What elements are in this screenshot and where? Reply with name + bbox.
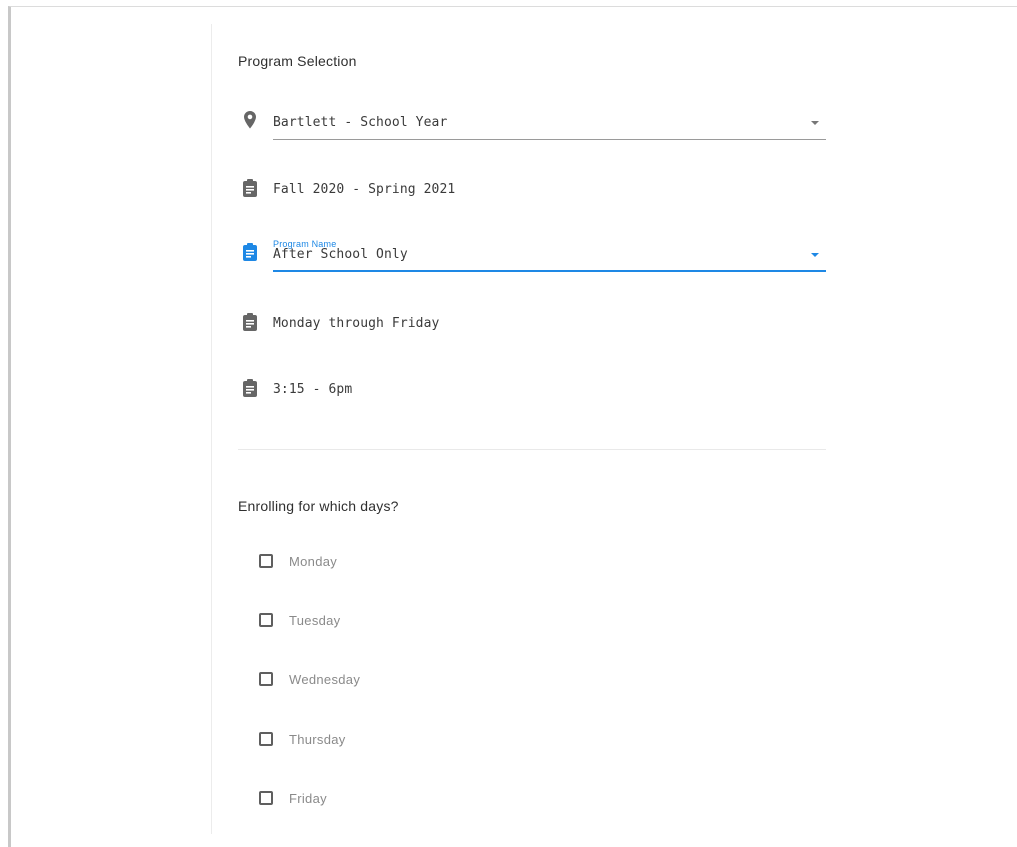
enrollment-form: Program Selection Bartlett - School Year… [238,0,826,847]
day-label-tuesday: Tuesday [289,613,341,628]
schedule-days-field: Monday through Friday [238,302,826,342]
location-select[interactable]: Bartlett - School Year [238,100,826,140]
clipboard-icon [241,378,259,398]
day-label-monday: Monday [289,554,338,569]
schedule-time-value: 3:15 - 6pm [273,382,353,397]
day-checkbox-thursday[interactable]: Thursday [258,729,558,753]
day-label-wednesday: Wednesday [289,672,361,687]
schedule-days-value: Monday through Friday [273,316,440,331]
day-checkbox-friday[interactable]: Friday [258,788,558,812]
day-label-thursday: Thursday [289,732,346,747]
chevron-down-icon[interactable] [811,253,819,257]
term-value: Fall 2020 - Spring 2021 [273,182,456,197]
schedule-time-field: 3:15 - 6pm [238,368,826,408]
location-underline [273,139,826,140]
section-divider [238,449,826,450]
day-label-friday: Friday [289,791,327,806]
content-divider [211,24,212,834]
location-value: Bartlett - School Year [273,115,448,130]
day-checkbox-monday[interactable]: Monday [258,551,558,575]
program-name-value: After School Only [273,247,408,262]
clipboard-icon [241,312,259,332]
clipboard-icon [241,242,259,262]
term-field: Fall 2020 - Spring 2021 [238,168,826,208]
program-name-field[interactable]: Program Name After School Only [273,232,826,272]
checkbox-box[interactable] [259,554,273,568]
checkbox-box[interactable] [259,672,273,686]
clipboard-icon [241,178,259,198]
checkbox-box[interactable] [259,791,273,805]
term-body: Fall 2020 - Spring 2021 [273,168,826,208]
map-pin-icon [241,110,259,130]
schedule-days-body: Monday through Friday [273,302,826,342]
chevron-down-icon[interactable] [811,121,819,125]
program-selection-title: Program Selection [238,53,357,69]
checkbox-box[interactable] [259,613,273,627]
program-name-select[interactable]: Program Name After School Only [238,232,826,272]
day-checkbox-wednesday[interactable]: Wednesday [258,669,558,693]
enrollment-days-title: Enrolling for which days? [238,498,399,514]
location-field[interactable]: Bartlett - School Year [273,100,826,140]
day-checkbox-tuesday[interactable]: Tuesday [258,610,558,634]
checkbox-box[interactable] [259,732,273,746]
program-name-underline [273,270,826,272]
schedule-time-body: 3:15 - 6pm [273,368,826,408]
